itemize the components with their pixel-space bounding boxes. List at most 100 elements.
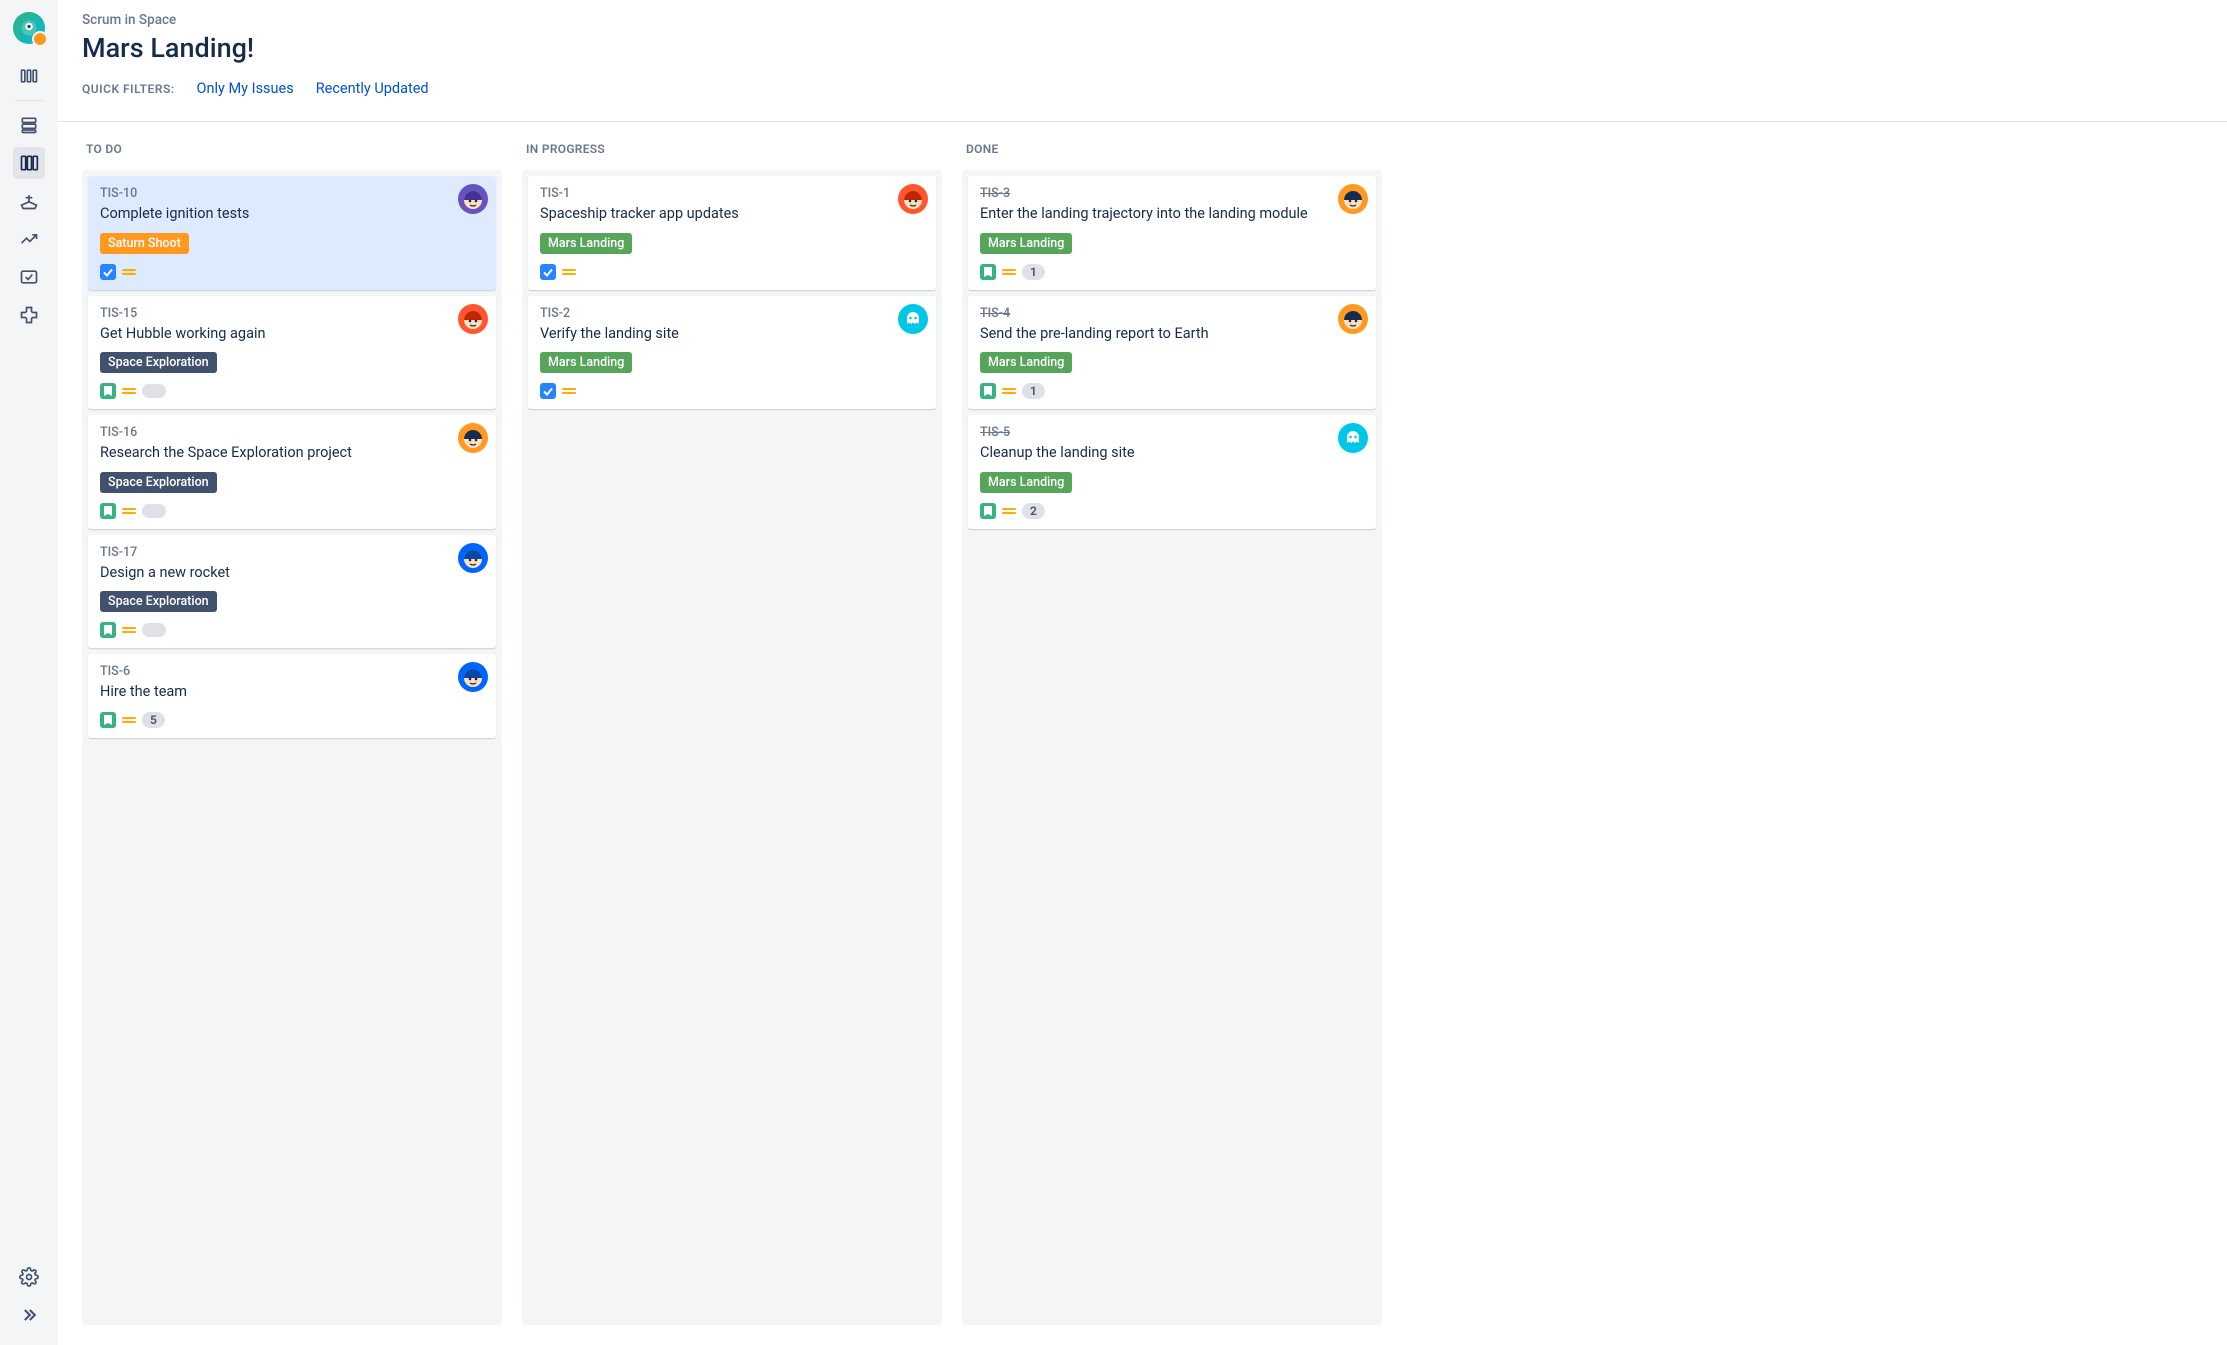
assignee-avatar[interactable] [898,304,928,334]
filter-only-my-issues[interactable]: Only My Issues [197,80,294,97]
card-summary: Send the pre-landing report to Earth [980,324,1324,344]
card-footer [100,503,484,519]
ship-icon[interactable] [13,185,45,217]
card-tis-10[interactable]: TIS-10 Complete ignition tests Saturn Shoo… [88,176,496,290]
column-body[interactable]: TIS-1 Spaceship tracker app updates Mars L… [522,170,942,1325]
column-title: DONE [962,142,1382,156]
breadcrumb[interactable]: Scrum in Space [82,12,2203,28]
estimate-badge: 1 [1022,383,1045,399]
assignee-avatar[interactable] [1338,304,1368,334]
epic-tag[interactable]: Space Exploration [100,591,217,612]
estimate-badge [142,504,166,518]
epic-tag[interactable]: Mars Landing [980,352,1072,373]
card-key: TIS-15 [100,306,484,321]
board: TO DO TIS-10 Complete ignition tests Saturn… [58,122,2227,1345]
assignee-avatar[interactable] [458,304,488,334]
assignee-avatar[interactable] [458,543,488,573]
card-summary: Cleanup the landing site [980,443,1324,463]
card-key: TIS-5 [980,425,1364,440]
card-footer [100,264,484,280]
card-tis-1[interactable]: TIS-1 Spaceship tracker app updates Mars L… [528,176,936,290]
card-key: TIS-1 [540,186,924,201]
card-tis-16[interactable]: TIS-16 Research the Space Exploration pro… [88,415,496,529]
priority-medium-icon [1002,265,1016,279]
epic-tag[interactable]: Mars Landing [980,472,1072,493]
board-group-icon[interactable] [13,60,45,92]
card-footer: 5 [100,712,484,728]
column-body[interactable]: TIS-3Enter the landing trajectory into t… [962,170,1382,1325]
column-title: TO DO [82,142,502,156]
column-done: DONE TIS-3Enter the landing trajectory in… [962,142,1382,1325]
main: Scrum in Space Mars Landing! QUICK FILTE… [58,0,2227,1345]
estimate-badge [142,384,166,398]
card-summary: Verify the landing site [540,324,884,344]
card-footer [100,622,484,638]
backlog-icon[interactable] [13,109,45,141]
card-footer: 2 [980,503,1364,519]
card-key: TIS-3 [980,186,1364,201]
addon-icon[interactable] [13,299,45,331]
card-key: TIS-17 [100,545,484,560]
card-key: TIS-4 [980,306,1364,321]
card-summary: Spaceship tracker app updates [540,204,884,224]
column-body[interactable]: TIS-10 Complete ignition tests Saturn Shoo… [82,170,502,1325]
assignee-avatar[interactable] [458,184,488,214]
card-key: TIS-10 [100,186,484,201]
priority-medium-icon [122,265,136,279]
priority-medium-icon [122,623,136,637]
card-tis-3[interactable]: TIS-3Enter the landing trajectory into t… [968,176,1376,290]
card-summary: Complete ignition tests [100,204,444,224]
card-summary: Design a new rocket [100,563,444,583]
expand-icon[interactable] [13,1299,45,1331]
assignee-avatar[interactable] [1338,423,1368,453]
quick-filters: QUICK FILTERS: Only My Issues Recently U… [82,80,2203,97]
priority-medium-icon [562,265,576,279]
header: Scrum in Space Mars Landing! QUICK FILTE… [58,0,2227,109]
assignee-avatar[interactable] [898,184,928,214]
card-summary: Research the Space Exploration project [100,443,444,463]
epic-tag[interactable]: Mars Landing [540,352,632,373]
card-key: TIS-16 [100,425,484,440]
filters-label: QUICK FILTERS: [82,82,175,96]
assignee-avatar[interactable] [458,423,488,453]
card-summary: Hire the team [100,682,444,702]
column-to-do: TO DO TIS-10 Complete ignition tests Saturn… [82,142,502,1325]
board-icon[interactable] [13,147,45,179]
card-footer: 1 [980,383,1364,399]
epic-tag[interactable]: Mars Landing [540,233,632,254]
checkbox-icon[interactable] [13,261,45,293]
page-title: Mars Landing! [82,32,2203,64]
card-summary: Get Hubble working again [100,324,444,344]
assignee-avatar[interactable] [458,662,488,692]
report-icon[interactable] [13,223,45,255]
project-logo[interactable] [13,12,45,44]
priority-medium-icon [122,384,136,398]
epic-tag[interactable]: Mars Landing [980,233,1072,254]
card-tis-5[interactable]: TIS-5 Cleanup the landing site Mars Landin… [968,415,1376,529]
card-key: TIS-2 [540,306,924,321]
epic-tag[interactable]: Saturn Shoot [100,233,189,254]
card-tis-17[interactable]: TIS-17 Design a new rocket Space Explorati… [88,535,496,649]
estimate-badge: 1 [1022,264,1045,280]
priority-medium-icon [122,713,136,727]
card-tis-4[interactable]: TIS-4 Send the pre-landing report to Eart… [968,296,1376,410]
priority-medium-icon [1002,384,1016,398]
filter-recently-updated[interactable]: Recently Updated [316,80,429,97]
sidebar [0,0,58,1345]
estimate-badge: 5 [142,712,165,728]
priority-medium-icon [562,384,576,398]
column-in-progress: IN PROGRESS TIS-1 Spaceship tracker app up… [522,142,942,1325]
card-tis-15[interactable]: TIS-15 Get Hubble working again Space Expl… [88,296,496,410]
assignee-avatar[interactable] [1338,184,1368,214]
card-footer [540,383,924,399]
epic-tag[interactable]: Space Exploration [100,352,217,373]
card-footer [100,383,484,399]
card-tis-6[interactable]: TIS-6Hire the team5 [88,654,496,738]
epic-tag[interactable]: Space Exploration [100,472,217,493]
estimate-badge: 2 [1022,503,1045,519]
settings-icon[interactable] [13,1261,45,1293]
column-title: IN PROGRESS [522,142,942,156]
card-tis-2[interactable]: TIS-2 Verify the landing site Mars Landing [528,296,936,410]
estimate-badge [142,623,166,637]
priority-medium-icon [122,504,136,518]
